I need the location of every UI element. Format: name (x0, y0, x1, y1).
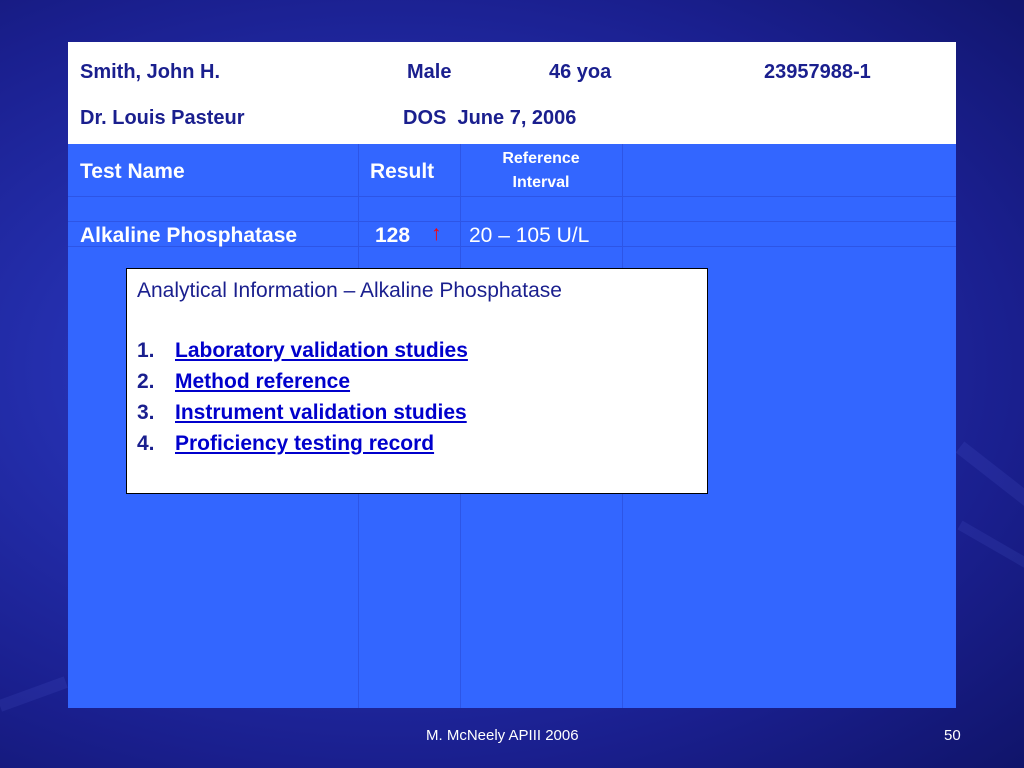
column-header-result: Result (370, 160, 435, 183)
footer-author: M. McNeely APIII 2006 (426, 727, 579, 744)
background-streak (955, 441, 1024, 527)
reference-interval-value: 20 – 105 U/L (469, 224, 590, 247)
patient-id: 23957988-1 (764, 61, 871, 83)
reference-header-line2: Interval (512, 174, 570, 191)
patient-name: Smith, John H. (80, 61, 220, 83)
link-laboratory-validation-studies[interactable]: Laboratory validation studies (175, 339, 468, 362)
result-value: 128 (375, 224, 411, 247)
link-method-reference[interactable]: Method reference (175, 370, 350, 393)
patient-header: Smith, John H. Male 46 yoa 23957988-1 Dr… (68, 42, 956, 144)
high-flag-arrow-icon: ↑ (431, 222, 442, 245)
list-item: 3. Instrument validation studies (137, 401, 468, 432)
info-box-title: Analytical Information – Alkaline Phosph… (137, 279, 562, 302)
slide: { "patient": { "name": "Smith, John H.",… (0, 0, 1024, 768)
date-of-service: DOS June 7, 2006 (403, 107, 577, 129)
link-proficiency-testing-record[interactable]: Proficiency testing record (175, 432, 434, 455)
column-header-test-name: Test Name (80, 160, 185, 183)
column-header-reference-interval: Reference Interval (472, 147, 610, 195)
list-number: 2. (137, 370, 155, 393)
link-instrument-validation-studies[interactable]: Instrument validation studies (175, 401, 467, 424)
patient-age: 46 yoa (549, 61, 612, 83)
list-number: 1. (137, 339, 155, 362)
analytical-info-popup: Analytical Information – Alkaline Phosph… (126, 268, 708, 494)
row-divider (68, 221, 956, 222)
background-streak (957, 520, 1024, 590)
list-number: 4. (137, 432, 155, 455)
reference-header-line1: Reference (502, 150, 580, 167)
patient-sex: Male (407, 61, 452, 83)
list-item: 4. Proficiency testing record (137, 432, 468, 463)
info-link-list: 1. Laboratory validation studies 2. Method… (137, 339, 468, 463)
background-streak (0, 676, 68, 712)
row-divider (68, 196, 956, 197)
physician-name: Dr. Louis Pasteur (80, 107, 245, 129)
test-name-cell: Alkaline Phosphatase (80, 224, 298, 247)
list-number: 3. (137, 401, 155, 424)
page-number: 50 (944, 727, 961, 744)
list-item: 1. Laboratory validation studies (137, 339, 468, 370)
list-item: 2. Method reference (137, 370, 468, 401)
